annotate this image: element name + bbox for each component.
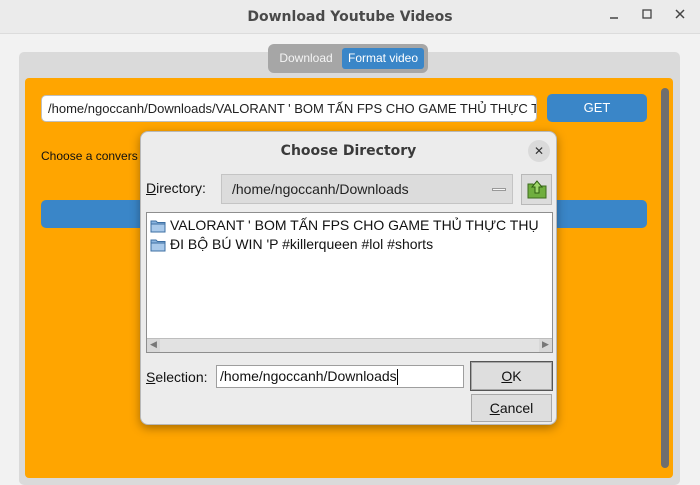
directory-combobox[interactable]: /home/ngoccanh/Downloads — [221, 174, 513, 204]
selection-label: Selection: — [146, 369, 208, 385]
cancel-button[interactable]: Cancel — [471, 394, 552, 422]
url-input[interactable]: /home/ngoccanh/Downloads/VALORANT ' BOM … — [41, 95, 537, 122]
tab-bar: Download Format video — [268, 44, 428, 73]
window-title: Download Youtube Videos — [247, 9, 453, 25]
parent-directory-button[interactable] — [521, 174, 552, 205]
window-titlebar: Download Youtube Videos — [0, 0, 700, 34]
folder-icon — [150, 239, 166, 252]
selection-input[interactable]: /home/ngoccanh/Downloads — [216, 365, 464, 388]
scroll-right-icon[interactable]: ▶ — [539, 339, 552, 352]
tab-format-video[interactable]: Format video — [342, 48, 424, 69]
list-item[interactable]: ĐI BỘ BÚ WIN 'P #killerqueen #lol #short… — [150, 235, 433, 253]
vertical-scrollbar[interactable] — [661, 88, 669, 468]
folder-list[interactable]: VALORANT ' BOM TẤN FPS CHO GAME THỦ THỰC… — [146, 212, 553, 353]
dialog-title: Choose Directory — [280, 143, 417, 159]
tab-download[interactable]: Download — [272, 48, 340, 69]
choose-directory-dialog: Choose Directory ✕ Directory: /home/ngoc… — [140, 131, 557, 425]
text-caret — [396, 369, 398, 386]
horizontal-scrollbar[interactable]: ◀ ▶ — [147, 338, 552, 352]
folder-up-icon — [527, 180, 547, 199]
dialog-close-icon[interactable]: ✕ — [528, 140, 550, 162]
choose-conversion-label: Choose a convers — [41, 149, 138, 163]
folder-icon — [150, 220, 166, 233]
minimize-icon[interactable] — [603, 6, 625, 28]
get-button[interactable]: GET — [547, 94, 647, 122]
close-icon[interactable] — [669, 6, 691, 28]
scroll-left-icon[interactable]: ◀ — [147, 339, 160, 352]
ok-button[interactable]: OK — [470, 361, 553, 391]
dropdown-indicator-icon — [492, 188, 506, 191]
list-item[interactable]: VALORANT ' BOM TẤN FPS CHO GAME THỦ THỰC… — [150, 216, 539, 234]
maximize-icon[interactable] — [636, 6, 658, 28]
directory-value: /home/ngoccanh/Downloads — [232, 181, 409, 197]
directory-label: Directory: — [146, 180, 206, 196]
